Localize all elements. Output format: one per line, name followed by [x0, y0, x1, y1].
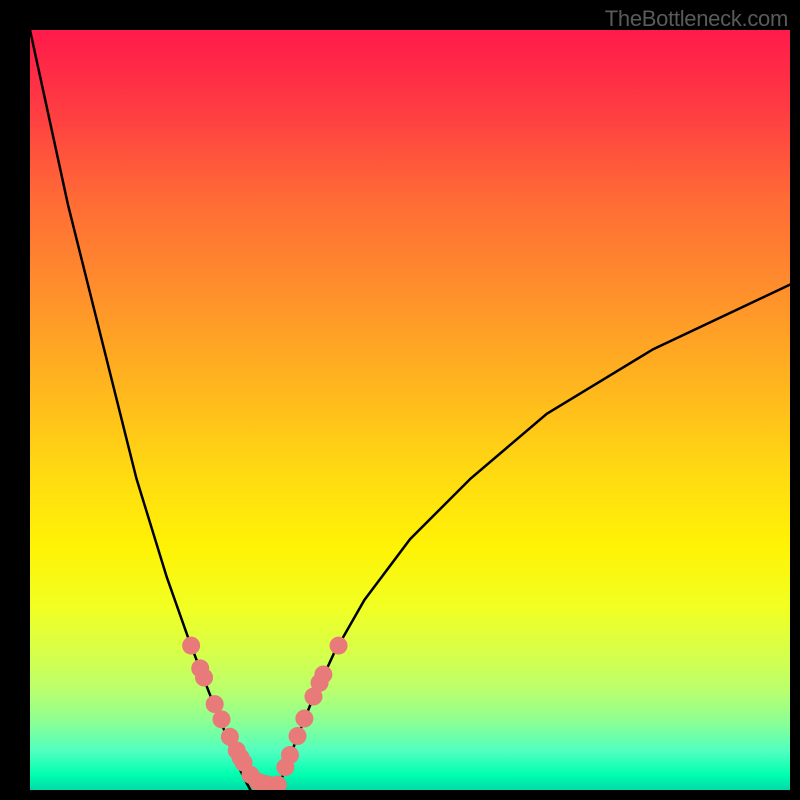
chart-plot-area	[30, 30, 790, 790]
marker-right-dots	[330, 637, 348, 655]
curve-left-branch	[30, 30, 250, 790]
chart-svg	[30, 30, 790, 790]
chart-lines-group	[30, 30, 790, 790]
marker-right-dots	[289, 727, 307, 745]
marker-left-dots	[213, 710, 231, 728]
chart-markers-group	[182, 637, 347, 790]
marker-right-dots	[281, 746, 299, 764]
marker-right-dots	[314, 665, 332, 683]
watermark-text: TheBottleneck.com	[605, 6, 788, 32]
marker-left-dots	[182, 637, 200, 655]
curve-right-branch	[277, 285, 790, 790]
marker-right-dots	[295, 710, 313, 728]
marker-left-dots	[195, 669, 213, 687]
